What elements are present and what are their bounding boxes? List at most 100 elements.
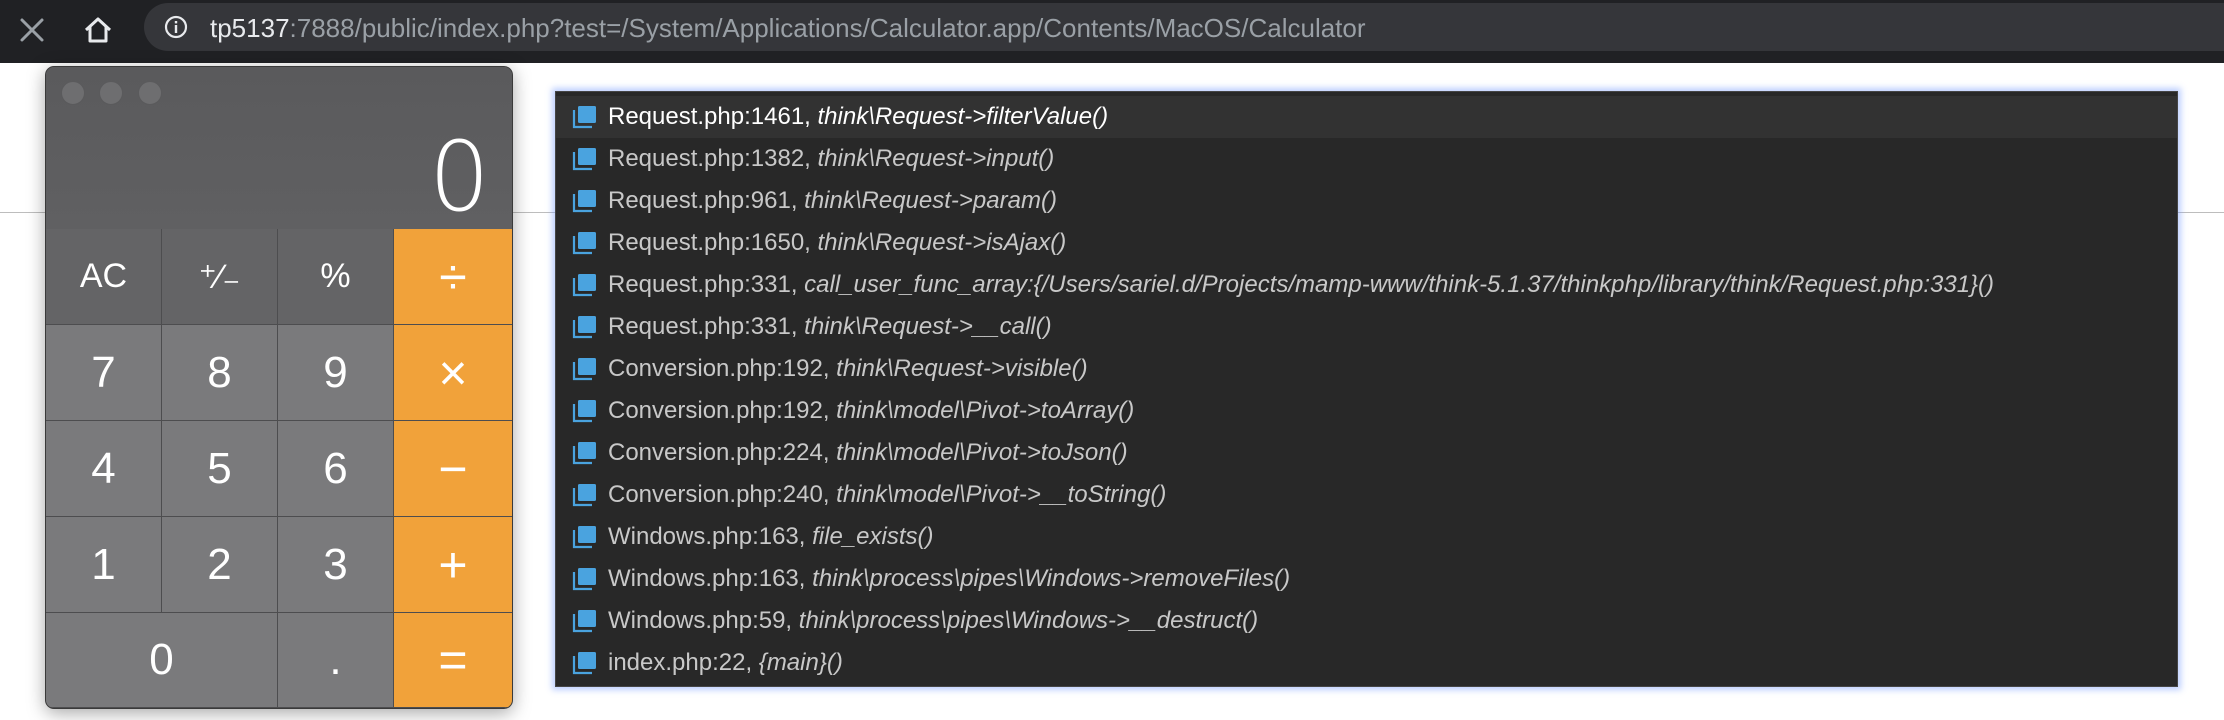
frame-text: Request.php:1382, think\Request->input(): [608, 145, 1054, 173]
frame-text: Windows.php:59, think\process\pipes\Wind…: [608, 607, 1258, 635]
browser-toolbar: tp5137:7888/public/index.php?test=/Syste…: [0, 0, 2224, 63]
calculator-key[interactable]: .: [278, 613, 394, 708]
calculator-key[interactable]: 4: [46, 421, 162, 517]
stack-frame[interactable]: Windows.php:163, think\process\pipes\Win…: [556, 558, 2177, 600]
frame-function: think\Request->input(): [817, 145, 1055, 172]
home-icon: [84, 17, 112, 43]
frame-icon: [572, 610, 596, 633]
stack-frame[interactable]: Request.php:1650, think\Request->isAjax(…: [556, 222, 2177, 264]
info-icon[interactable]: [164, 15, 188, 39]
calculator-key[interactable]: 8: [162, 325, 278, 421]
stack-frame[interactable]: Request.php:1461, think\Request->filterV…: [556, 96, 2177, 138]
frame-icon: [572, 652, 596, 675]
frame-location: Request.php:1650,: [608, 229, 818, 256]
frame-icon: [572, 274, 596, 297]
frame-text: Request.php:331, call_user_func_array:{/…: [608, 271, 1994, 299]
window-minimize-control[interactable]: [99, 81, 123, 105]
frame-location: Windows.php:163,: [608, 523, 813, 550]
stack-frame[interactable]: Request.php:331, call_user_func_array:{/…: [556, 264, 2177, 306]
frame-icon: [572, 190, 596, 213]
frame-icon: [572, 442, 596, 465]
frame-text: Conversion.php:240, think\model\Pivot->_…: [608, 481, 1166, 509]
frame-location: Conversion.php:240,: [608, 481, 837, 508]
frame-location: index.php:22,: [608, 649, 759, 676]
calculator-keypad: AC ⁺∕₋% ÷ 7 8 9 × 4 5 6− 1 2 3 +0. =: [46, 229, 512, 708]
frame-location: Request.php:1461,: [608, 103, 818, 130]
frame-function: {main}(): [758, 649, 843, 676]
stack-trace-panel: Request.php:1461, think\Request->filterV…: [555, 91, 2178, 687]
frame-location: Request.php:331,: [608, 271, 805, 298]
calculator-key[interactable]: −: [394, 421, 512, 517]
frame-function: think\Request->param(): [804, 187, 1057, 214]
frame-text: Windows.php:163, file_exists(): [608, 523, 933, 551]
calculator-display: 0: [428, 121, 490, 233]
stack-frame[interactable]: Request.php:1382, think\Request->input(): [556, 138, 2177, 180]
frame-location: Request.php:331,: [608, 313, 805, 340]
frame-text: Request.php:331, think\Request->__call(): [608, 313, 1052, 341]
stack-frame[interactable]: Conversion.php:224, think\model\Pivot->t…: [556, 432, 2177, 474]
stack-frame[interactable]: Conversion.php:192, think\Request->visib…: [556, 348, 2177, 390]
frame-function: file_exists(): [812, 523, 934, 550]
calculator-key[interactable]: ×: [394, 325, 512, 421]
calculator-header: 0: [46, 67, 512, 229]
calculator-key[interactable]: ÷: [394, 229, 512, 325]
frame-location: Conversion.php:224,: [608, 439, 837, 466]
calculator-key[interactable]: %: [278, 229, 394, 325]
frame-icon: [572, 232, 596, 255]
frame-icon: [572, 400, 596, 423]
calculator-key[interactable]: 1: [46, 517, 162, 613]
calculator-key[interactable]: =: [394, 613, 512, 708]
calculator-key[interactable]: 2: [162, 517, 278, 613]
frame-location: Windows.php:163,: [608, 565, 813, 592]
stack-frame[interactable]: Conversion.php:240, think\model\Pivot->_…: [556, 474, 2177, 516]
calculator-window[interactable]: 0 AC ⁺∕₋% ÷ 7 8 9 × 4 5 6− 1 2 3 +0. =: [45, 66, 513, 709]
frame-icon: [572, 568, 596, 591]
close-icon: [20, 18, 44, 42]
calculator-key[interactable]: 7: [46, 325, 162, 421]
stack-frame[interactable]: Conversion.php:192, think\model\Pivot->t…: [556, 390, 2177, 432]
calculator-key[interactable]: 6: [278, 421, 394, 517]
calculator-key[interactable]: 3: [278, 517, 394, 613]
frame-function: think\model\Pivot->toJson(): [836, 439, 1128, 466]
frame-icon: [572, 316, 596, 339]
calculator-key[interactable]: 0: [46, 613, 278, 708]
frame-function: think\process\pipes\Windows->__destruct(…: [798, 607, 1259, 634]
frame-function: think\model\Pivot->toArray(): [836, 397, 1135, 424]
stack-frame[interactable]: index.php:22, {main}(): [556, 642, 2177, 684]
window-close-control[interactable]: [61, 81, 85, 105]
frame-text: Conversion.php:192, think\Request->visib…: [608, 355, 1088, 383]
frame-function: think\model\Pivot->__toString(): [836, 481, 1167, 508]
frame-text: Request.php:1461, think\Request->filterV…: [608, 103, 1108, 131]
calculator-key[interactable]: AC: [46, 229, 162, 325]
frame-location: Windows.php:59,: [608, 607, 799, 634]
url-text[interactable]: tp5137:7888/public/index.php?test=/Syste…: [210, 13, 1366, 43]
frame-location: Request.php:1382,: [608, 145, 818, 172]
frame-icon: [572, 526, 596, 549]
stack-frame[interactable]: Windows.php:59, think\process\pipes\Wind…: [556, 600, 2177, 642]
stack-frame[interactable]: Request.php:331, think\Request->__call(): [556, 306, 2177, 348]
frame-function: think\Request->__call(): [804, 313, 1052, 340]
calculator-key[interactable]: 5: [162, 421, 278, 517]
frame-text: index.php:22, {main}(): [608, 649, 843, 677]
stack-frame[interactable]: Windows.php:163, file_exists(): [556, 516, 2177, 558]
frame-text: Request.php:1650, think\Request->isAjax(…: [608, 229, 1066, 257]
url-host: tp5137: [210, 13, 290, 43]
frame-icon: [572, 484, 596, 507]
frame-icon: [572, 106, 596, 129]
frame-location: Request.php:961,: [608, 187, 805, 214]
frame-function: think\Request->visible(): [836, 355, 1088, 382]
window-zoom-control[interactable]: [138, 81, 162, 105]
frame-text: Windows.php:163, think\process\pipes\Win…: [608, 565, 1290, 593]
frame-function: think\Request->filterValue(): [817, 103, 1109, 130]
home-button[interactable]: [76, 10, 120, 50]
stop-button[interactable]: [12, 10, 52, 50]
calculator-key[interactable]: ⁺∕₋: [162, 229, 278, 325]
frame-text: Conversion.php:224, think\model\Pivot->t…: [608, 439, 1128, 467]
calculator-key[interactable]: +: [394, 517, 512, 613]
frame-location: Conversion.php:192,: [608, 397, 837, 424]
calculator-key[interactable]: 9: [278, 325, 394, 421]
address-bar[interactable]: tp5137:7888/public/index.php?test=/Syste…: [144, 3, 2224, 51]
frame-function: call_user_func_array:{/Users/sariel.d/Pr…: [804, 271, 1995, 298]
stack-frame[interactable]: Request.php:961, think\Request->param(): [556, 180, 2177, 222]
frame-icon: [572, 148, 596, 171]
